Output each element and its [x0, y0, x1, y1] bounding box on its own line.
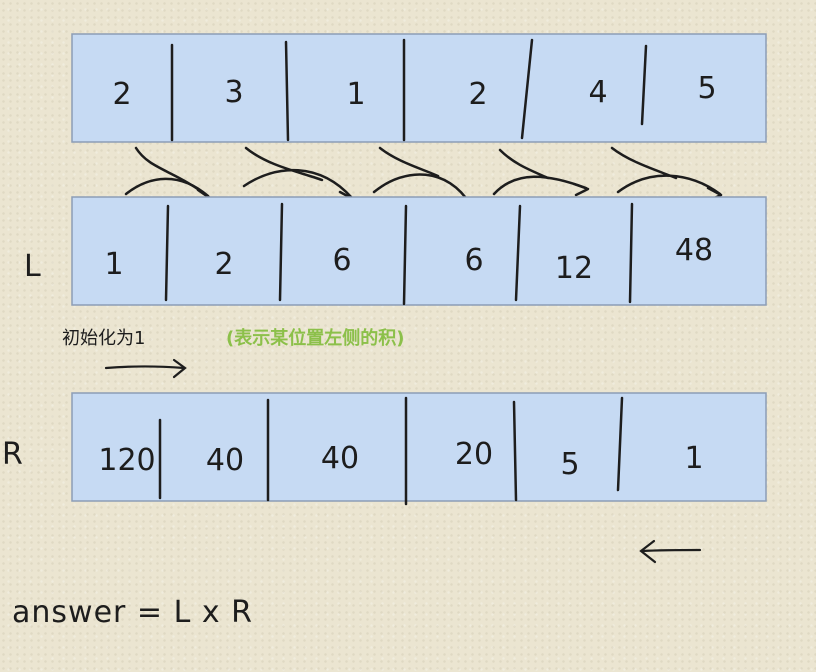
right-array-label: R [2, 437, 23, 472]
left-value: 2 [214, 247, 233, 282]
propagation-arrow [124, 146, 213, 205]
left-array: L 1 2 6 6 12 48 [24, 196, 767, 306]
propagation-arrow [492, 148, 590, 197]
right-value: 1 [684, 441, 703, 476]
init-note: 初始化为1 (表示某位置左侧的积) [62, 327, 404, 349]
left-value: 6 [332, 243, 351, 278]
left-value: 12 [555, 251, 593, 286]
nums-value: 3 [224, 75, 243, 110]
propagation-arrow [610, 146, 723, 202]
left-value: 1 [104, 247, 123, 282]
nums-array-box [71, 33, 767, 143]
answer-formula: answer = L x R [12, 595, 253, 630]
nums-value: 4 [588, 75, 607, 110]
nums-value: 1 [346, 77, 365, 112]
diagram-canvas: 2 3 1 2 4 5 L 1 2 6 6 12 48 初始化为1 (表示某位置… [0, 0, 816, 672]
arrow-right-icon [104, 358, 187, 379]
left-value: 48 [675, 233, 713, 268]
init-note-text: 初始化为1 [62, 328, 145, 349]
left-array-box [71, 196, 767, 306]
left-array-label: L [24, 249, 41, 284]
nums-array: 2 3 1 2 4 5 [71, 33, 767, 143]
right-value: 40 [321, 441, 359, 476]
diagram-svg: 2 3 1 2 4 5 L 1 2 6 6 12 48 初始化为1 (表示某位置… [2, 33, 767, 630]
propagation-arrow [242, 146, 355, 206]
right-array: R 120 40 40 20 5 1 [2, 392, 767, 506]
left-value: 6 [464, 243, 483, 278]
nums-value: 2 [468, 77, 487, 112]
explanation-note-text: (表示某位置左侧的积) [226, 327, 404, 349]
nums-value: 2 [112, 77, 131, 112]
nums-value: 5 [697, 71, 716, 106]
right-value: 20 [455, 437, 493, 472]
right-array-box [71, 392, 767, 502]
arrow-left-icon [639, 539, 702, 564]
right-value: 120 [98, 443, 155, 478]
right-value: 5 [560, 447, 579, 482]
right-value: 40 [206, 443, 244, 478]
